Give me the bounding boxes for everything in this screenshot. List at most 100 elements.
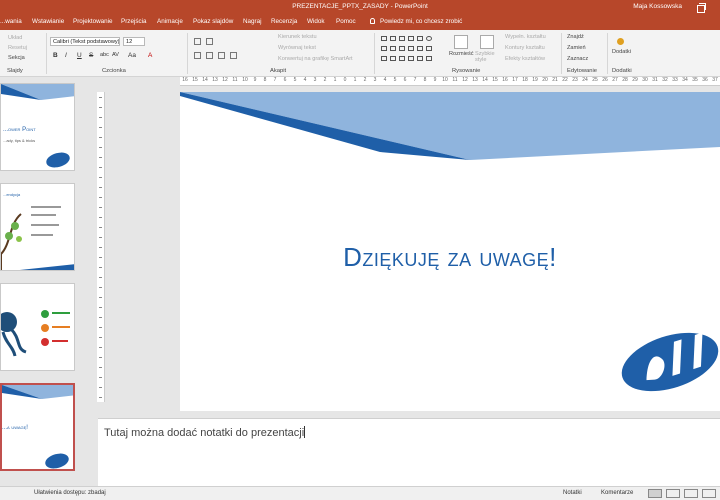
align-text-button[interactable]: Wyrównaj tekst [278, 45, 316, 51]
tab-slideshow[interactable]: Pokaz slajdów [193, 18, 233, 25]
shape-icon[interactable] [381, 56, 387, 61]
tab-transitions[interactable]: Przejścia [121, 18, 147, 25]
shapes-gallery[interactable] [381, 34, 447, 64]
layout-button[interactable]: Układ [8, 35, 22, 41]
replace-button[interactable]: Zamień [567, 45, 586, 51]
shape-icon[interactable] [399, 56, 405, 61]
ruler-tick-label: 14 [202, 77, 208, 83]
shape-icon[interactable] [381, 46, 387, 51]
ruler-tick-label: 15 [192, 77, 198, 83]
shape-icon[interactable] [408, 36, 414, 41]
slide-title[interactable]: Dziękuję za uwagę! [180, 242, 720, 273]
tab-insert[interactable]: Wstawianie [32, 18, 64, 25]
strikethrough-button[interactable]: S [89, 52, 93, 59]
tab-home[interactable]: ...wania [0, 18, 22, 25]
notes-pane[interactable]: Tutaj można dodać notatki do prezentacji [98, 418, 720, 486]
ruler-tick-label: 6 [403, 77, 407, 83]
font-size-select[interactable]: 12 [123, 37, 145, 46]
shape-effects-button[interactable]: Efekty kształtów [505, 56, 545, 62]
vertical-ruler[interactable] [97, 92, 105, 402]
text-direction-button[interactable]: Kierunek tekstu [278, 34, 317, 40]
shape-icon[interactable] [390, 36, 396, 41]
numbering-icon[interactable] [206, 38, 213, 45]
find-button[interactable]: Znajdź [567, 34, 584, 40]
user-name[interactable]: Maja Kossowska [633, 3, 682, 10]
tab-design[interactable]: Projektowanie [73, 18, 113, 25]
tab-help[interactable]: Pomoc [336, 18, 356, 25]
shape-fill-button[interactable]: Wypełn. kształtu [505, 34, 546, 40]
tab-view[interactable]: Widok [307, 18, 325, 25]
reading-view-icon[interactable] [684, 489, 698, 498]
shape-icon[interactable] [408, 46, 414, 51]
underline-button[interactable]: U [77, 52, 82, 59]
ruler-tick-label: 3 [313, 77, 317, 83]
bullets-icon[interactable] [194, 38, 201, 45]
ruler-tick-label: 30 [642, 77, 648, 83]
slideshow-view-icon[interactable] [702, 489, 716, 498]
reset-button[interactable]: Resetuj [8, 45, 27, 51]
shape-icon[interactable] [399, 46, 405, 51]
shape-icon[interactable] [417, 56, 423, 61]
font-color-button[interactable]: A [148, 52, 152, 59]
window-title: PREZENTACJE_PPTX_ZASADY - PowerPoint [292, 3, 428, 10]
arrange-icon[interactable] [454, 35, 468, 49]
slide-thumbnail-2[interactable]: ...endycja [0, 183, 75, 271]
slide-sorter-view-icon[interactable] [666, 489, 680, 498]
tab-review[interactable]: Recenzja [271, 18, 297, 25]
italic-button[interactable]: I [65, 52, 67, 59]
shape-icon[interactable] [381, 36, 387, 41]
shape-icon[interactable] [390, 46, 396, 51]
section-button[interactable]: Sekcja [8, 55, 25, 61]
slide-thumbnail-3[interactable] [0, 283, 75, 371]
restore-window-icon[interactable] [696, 2, 706, 13]
addins-button[interactable]: Dodatki [612, 49, 631, 55]
shape-icon[interactable] [426, 36, 432, 41]
slide-canvas[interactable]: Dziękuję za uwagę! [180, 92, 720, 411]
align-center-icon[interactable] [206, 52, 213, 59]
comments-button[interactable]: Komentarze [601, 490, 633, 496]
ruler-tick-label: 23 [572, 77, 578, 83]
shape-outline-button[interactable]: Kontury kształtu [505, 45, 545, 51]
change-case-button[interactable]: Aa [128, 52, 136, 59]
ruler-tick-label: 2 [323, 77, 327, 83]
tab-animations[interactable]: Animacje [157, 18, 183, 25]
ruler-tick-mark [99, 157, 102, 158]
horizontal-ruler[interactable]: 16 15 14 13 12 11 10 9 8 7 6 5 4 3 2 1 0 1 2 3 4 5 6 7 8 9 10 11 12 1… [180, 77, 720, 86]
thumb-2-title: ...endycja [3, 192, 21, 197]
char-spacing-button[interactable]: AV [112, 52, 119, 58]
quick-styles-icon[interactable] [480, 35, 494, 49]
slide-thumbnail-4[interactable]: ...a uwagę! [0, 383, 75, 471]
align-right-icon[interactable] [218, 52, 225, 59]
slide-thumbnail-1[interactable]: ...ower Point ...ady, tips & tricks [0, 83, 75, 171]
shape-icon[interactable] [408, 56, 414, 61]
arrange-button[interactable]: Rozmieść [449, 51, 474, 57]
shape-icon[interactable] [417, 36, 423, 41]
select-button[interactable]: Zaznacz [567, 56, 588, 62]
convert-smartart-button[interactable]: Konwertuj na grafikę SmartArt [278, 56, 353, 62]
justify-icon[interactable] [230, 52, 237, 59]
shape-icon[interactable] [426, 46, 432, 51]
ruler-tick-mark [99, 367, 102, 368]
ruler-tick-mark [99, 317, 102, 318]
quick-styles-button[interactable]: Szybkie style [475, 51, 497, 63]
addins-icon[interactable] [617, 38, 624, 45]
shape-icon[interactable] [426, 56, 432, 61]
normal-view-icon[interactable] [648, 489, 662, 498]
align-left-icon[interactable] [194, 52, 201, 59]
ruler-tick-label: 15 [492, 77, 498, 83]
notes-toggle-button[interactable]: Notatki [563, 490, 582, 496]
notes-placeholder[interactable]: Tutaj można dodać notatki do prezentacji [104, 427, 304, 439]
shape-icon[interactable] [390, 56, 396, 61]
bold-button[interactable]: B [53, 52, 58, 59]
accessibility-check-button[interactable]: Ułatwienia dostępu: zbadaj [34, 490, 106, 496]
font-name-select[interactable]: Calibri (Tekst podstawowy) [50, 37, 120, 46]
tell-me-box[interactable]: Powiedz mi, co chcesz zrobić [370, 18, 462, 25]
ribbon-separator [187, 33, 188, 74]
shape-icon[interactable] [417, 46, 423, 51]
light-blue-band [180, 92, 720, 160]
ruler-tick-mark [99, 107, 102, 108]
slide-thumbnails-pane[interactable]: ...ower Point ...ady, tips & tricks ...e… [0, 77, 92, 486]
shape-icon[interactable] [399, 36, 405, 41]
tab-record[interactable]: Nagraj [243, 18, 262, 25]
shadow-button[interactable]: abc [100, 52, 109, 58]
